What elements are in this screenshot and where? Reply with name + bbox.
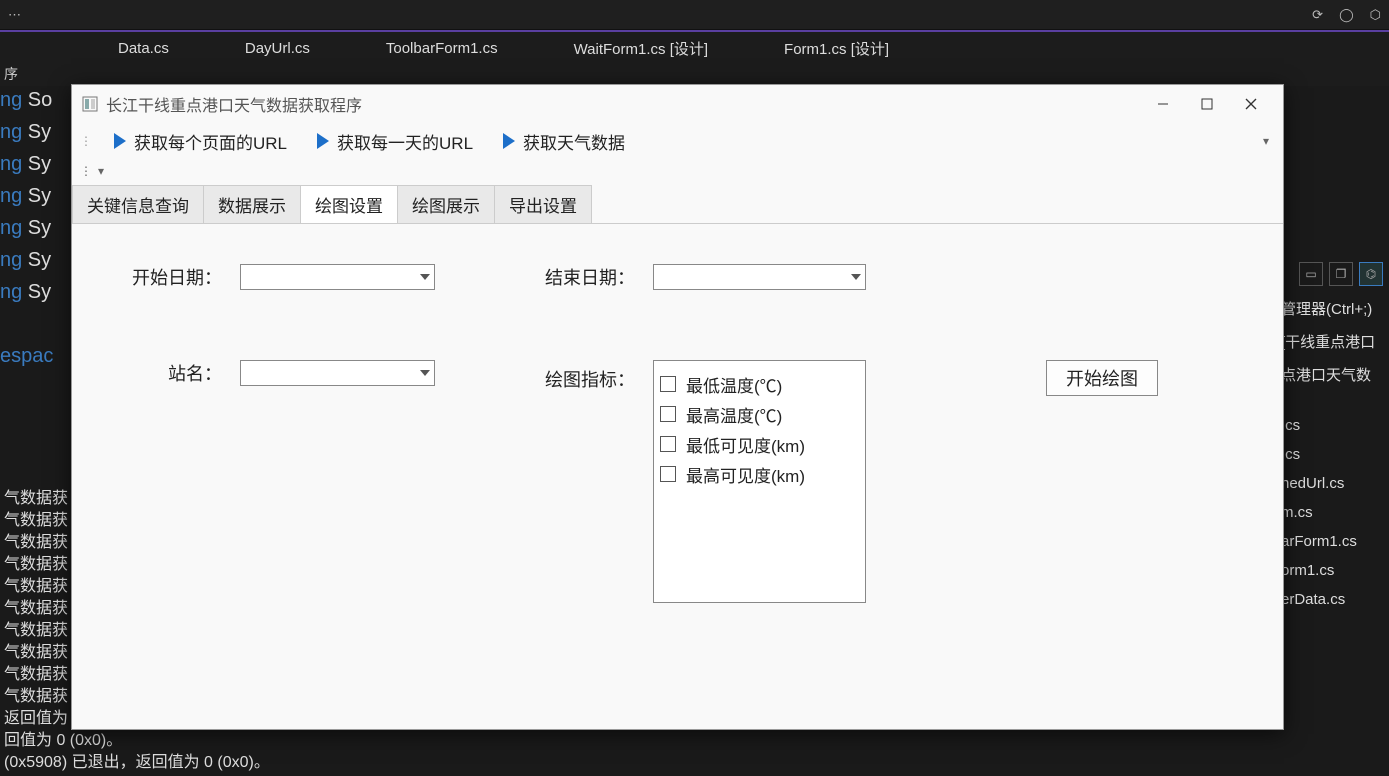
metric-item[interactable]: 最高温度(℃)	[660, 399, 859, 429]
view-icon[interactable]: ▭	[1299, 262, 1323, 286]
minimize-button[interactable]	[1141, 89, 1185, 119]
start-plot-button[interactable]: 开始绘图	[1046, 360, 1158, 396]
metric-label: 绘图指标：	[515, 360, 635, 392]
chevron-down-icon	[420, 274, 430, 280]
end-date-label: 结束日期：	[515, 264, 635, 290]
stack-icon[interactable]: ❐	[1329, 262, 1353, 286]
toolbar-overflow-icon[interactable]: ▾	[1257, 130, 1275, 152]
ide-top-toolbar: ⋯⟳◯⬡	[0, 0, 1389, 30]
file-tab[interactable]: Form1.cs [设计]	[776, 34, 897, 63]
file-tab[interactable]: WaitForm1.cs [设计]	[566, 34, 716, 63]
file-tab[interactable]: Data.cs	[110, 36, 177, 61]
tab-plot-settings[interactable]: 绘图设置	[300, 185, 398, 223]
main-toolbar: ⋮ 获取每个页面的URL 获取每一天的URL 获取天气数据 ▾	[72, 123, 1283, 159]
checkbox-icon[interactable]	[660, 466, 676, 482]
tab-content: 开始日期： 结束日期： 站名： 绘图指标： 最低温度(℃) 最高温度(℃) 最低…	[72, 224, 1283, 643]
tab-strip: 关键信息查询 数据展示 绘图设置 绘图展示 导出设置	[72, 185, 1283, 224]
tab-export[interactable]: 导出设置	[494, 185, 592, 223]
dropdown-icon[interactable]: ▾	[98, 164, 104, 178]
fetch-day-urls-button[interactable]: 获取每一天的URL	[317, 129, 473, 154]
fetch-page-urls-button[interactable]: 获取每个页面的URL	[114, 129, 287, 154]
checkbox-icon[interactable]	[660, 406, 676, 422]
titlebar[interactable]: 长江干线重点港口天气数据获取程序	[72, 85, 1283, 123]
play-icon	[114, 133, 126, 149]
secondary-toolbar: ⋮ ▾	[72, 159, 1283, 183]
station-label: 站名：	[102, 360, 222, 386]
checkbox-icon[interactable]	[660, 376, 676, 392]
tab-key-info[interactable]: 关键信息查询	[72, 185, 204, 223]
station-combo[interactable]	[240, 360, 435, 386]
solution-explorer: ▭ ❐ ⌬ 管理器(Ctrl+;) [干线重点港口 点港口天气数 .cs .cs…	[1279, 256, 1389, 614]
maximize-button[interactable]	[1185, 89, 1229, 119]
start-date-label: 开始日期：	[102, 264, 222, 290]
start-date-combo[interactable]	[240, 264, 435, 290]
code-gutter: ng So ng Sy ng Sy ng Sy ng Sy ng Sy ng S…	[0, 84, 72, 372]
end-date-combo[interactable]	[653, 264, 866, 290]
app-window: 长江干线重点港口天气数据获取程序 ⋮ 获取每个页面的URL 获取每一天的URL …	[71, 84, 1284, 730]
metric-item[interactable]: 最低可见度(km)	[660, 429, 859, 459]
app-icon	[82, 96, 98, 112]
window-title: 长江干线重点港口天气数据获取程序	[106, 92, 1141, 116]
tree-icon[interactable]: ⌬	[1359, 262, 1383, 286]
ide-breadcrumb: 序	[0, 64, 1389, 86]
file-tab[interactable]: ToolbarForm1.cs	[378, 36, 506, 61]
tab-data-view[interactable]: 数据展示	[203, 185, 301, 223]
fetch-weather-button[interactable]: 获取天气数据	[503, 129, 625, 154]
metric-item[interactable]: 最低温度(℃)	[660, 369, 859, 399]
close-button[interactable]	[1229, 89, 1273, 119]
toolbar-grip-icon: ⋮	[80, 134, 90, 148]
toolbar-grip-icon: ⋮	[80, 164, 92, 178]
tab-plot-view[interactable]: 绘图展示	[397, 185, 495, 223]
play-icon	[317, 133, 329, 149]
file-tab[interactable]: DayUrl.cs	[237, 36, 318, 61]
ide-file-tabs: Data.cs DayUrl.cs ToolbarForm1.cs WaitFo…	[0, 30, 1389, 64]
checkbox-icon[interactable]	[660, 436, 676, 452]
chevron-down-icon	[420, 370, 430, 376]
chevron-down-icon	[851, 274, 861, 280]
metric-item[interactable]: 最高可见度(km)	[660, 459, 859, 489]
play-icon	[503, 133, 515, 149]
metric-checklist[interactable]: 最低温度(℃) 最高温度(℃) 最低可见度(km) 最高可见度(km)	[653, 360, 866, 603]
